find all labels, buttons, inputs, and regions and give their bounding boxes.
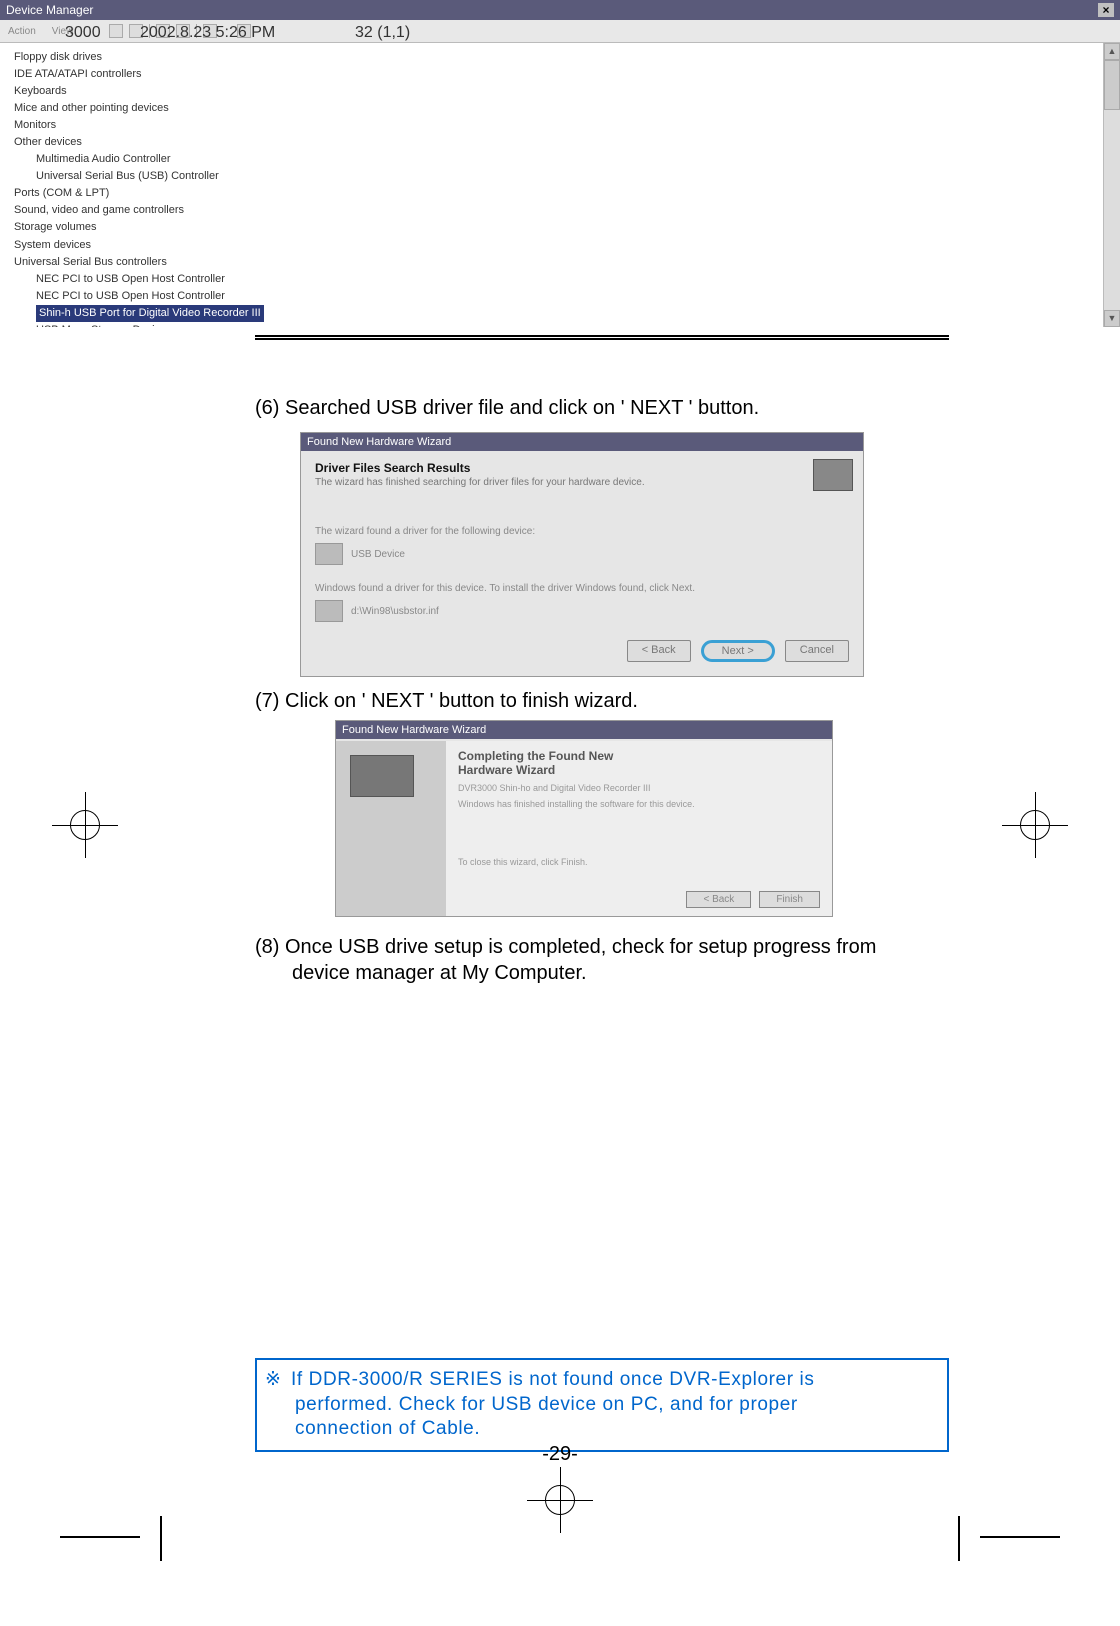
note-box: ※If DDR-3000/R SERIES is not found once … [255, 1358, 949, 1452]
wizard-side-panel [336, 741, 446, 916]
folder-icon [315, 600, 343, 622]
tree-item[interactable]: NEC PCI to USB Open Host Controller [14, 271, 1110, 288]
scrollbar[interactable]: ▲ ▼ [1103, 43, 1120, 327]
back-button[interactable]: < Back [686, 891, 751, 908]
tree-item[interactable]: Floppy disk drives [14, 49, 1110, 66]
close-hint: To close this wizard, click Finish. [458, 857, 820, 867]
step-6-text: (6) Searched USB driver file and click o… [255, 395, 955, 421]
crop-mark [958, 1516, 960, 1561]
window-title: Device Manager [6, 3, 93, 17]
device-icon [315, 543, 343, 565]
step-8-text-line1: (8) Once USB drive setup is completed, c… [255, 934, 955, 960]
dialog-heading: Driver Files Search Results [315, 461, 849, 475]
tree-item[interactable]: Other devices [14, 134, 1110, 151]
registration-mark [60, 800, 110, 850]
tree-item[interactable]: Monitors [14, 117, 1110, 134]
next-button[interactable]: Next > [701, 640, 775, 662]
device-line: DVR3000 Shin-ho and Digital Video Record… [458, 783, 820, 793]
complete-heading-1: Completing the Found New [458, 749, 820, 763]
dialog-subtext: The wizard has finished searching for dr… [315, 477, 849, 488]
device-tree: Floppy disk drives IDE ATA/ATAPI control… [0, 43, 1120, 327]
found-driver-label: Windows found a driver for this device. … [315, 583, 849, 594]
section-rule [255, 335, 949, 340]
tree-item[interactable]: Keyboards [14, 83, 1110, 100]
hardware-icon [813, 459, 853, 491]
header-timestamp: 2002.8.23 5:26 PM [140, 24, 275, 42]
close-icon[interactable]: × [1098, 3, 1114, 17]
tree-item[interactable]: Universal Serial Bus (USB) Controller [14, 168, 1110, 185]
window-titlebar: Found New Hardware Wizard [301, 433, 863, 451]
tree-item[interactable]: Universal Serial Bus controllers [14, 254, 1110, 271]
tree-item[interactable]: Sound, video and game controllers [14, 202, 1110, 219]
registration-mark [1010, 800, 1060, 850]
tree-item[interactable]: Mice and other pointing devices [14, 100, 1110, 117]
window-title: Found New Hardware Wizard [342, 724, 486, 736]
complete-heading-2: Hardware Wizard [458, 763, 820, 777]
crop-mark [60, 1536, 140, 1538]
scroll-thumb[interactable] [1104, 60, 1120, 110]
crop-mark [980, 1536, 1060, 1538]
page-number: -29- [542, 1443, 578, 1466]
tree-item-selected[interactable]: Shin-h USB Port for Digital Video Record… [14, 305, 1110, 322]
tree-item[interactable]: Storage volumes [14, 219, 1110, 236]
crop-mark [160, 1516, 162, 1561]
found-device-label: The wizard found a driver for the follow… [315, 526, 849, 537]
wizard-complete-screenshot: Found New Hardware Wizard Completing the… [335, 720, 833, 917]
step-8-text-line2: device manager at My Computer. [292, 960, 952, 986]
tree-item[interactable]: NEC PCI to USB Open Host Controller [14, 288, 1110, 305]
note-line-2: performed. Check for USB device on PC, a… [265, 1393, 935, 1418]
device-manager-screenshot: Device Manager × Action View Floppy disk… [0, 0, 1120, 327]
hardware-icon [350, 755, 414, 797]
note-line-1: If DDR-3000/R SERIES is not found once D… [291, 1369, 814, 1390]
tree-item[interactable]: IDE ATA/ATAPI controllers [14, 66, 1110, 83]
back-button[interactable]: < Back [627, 640, 691, 662]
device-name: USB Device [351, 549, 405, 560]
driver-path: d:\Win98\usbstor.inf [351, 606, 439, 617]
step-7-text: (7) Click on ' NEXT ' button to finish w… [255, 688, 955, 714]
tree-item[interactable]: Ports (COM & LPT) [14, 185, 1110, 202]
tree-item[interactable]: Multimedia Audio Controller [14, 151, 1110, 168]
note-line-3: connection of Cable. [265, 1417, 935, 1442]
finished-line: Windows has finished installing the soft… [458, 799, 820, 809]
registration-mark [535, 1475, 585, 1525]
toolbar-icon[interactable] [109, 24, 123, 38]
wizard-search-results-screenshot: Found New Hardware Wizard Driver Files S… [300, 432, 864, 677]
menu-action[interactable]: Action [8, 26, 36, 37]
scroll-up-icon[interactable]: ▲ [1104, 43, 1120, 60]
header-pageref: 32 (1,1) [355, 24, 410, 42]
scroll-down-icon[interactable]: ▼ [1104, 310, 1120, 327]
tree-item[interactable]: System devices [14, 237, 1110, 254]
window-title: Found New Hardware Wizard [307, 436, 451, 448]
cancel-button[interactable]: Cancel [785, 640, 849, 662]
finish-button[interactable]: Finish [759, 891, 820, 908]
note-symbol: ※ [265, 1368, 291, 1393]
tree-item[interactable]: USB Mass Storage Device [14, 322, 1110, 327]
header-code: 3000 [65, 24, 101, 42]
window-titlebar: Found New Hardware Wizard [336, 721, 832, 739]
